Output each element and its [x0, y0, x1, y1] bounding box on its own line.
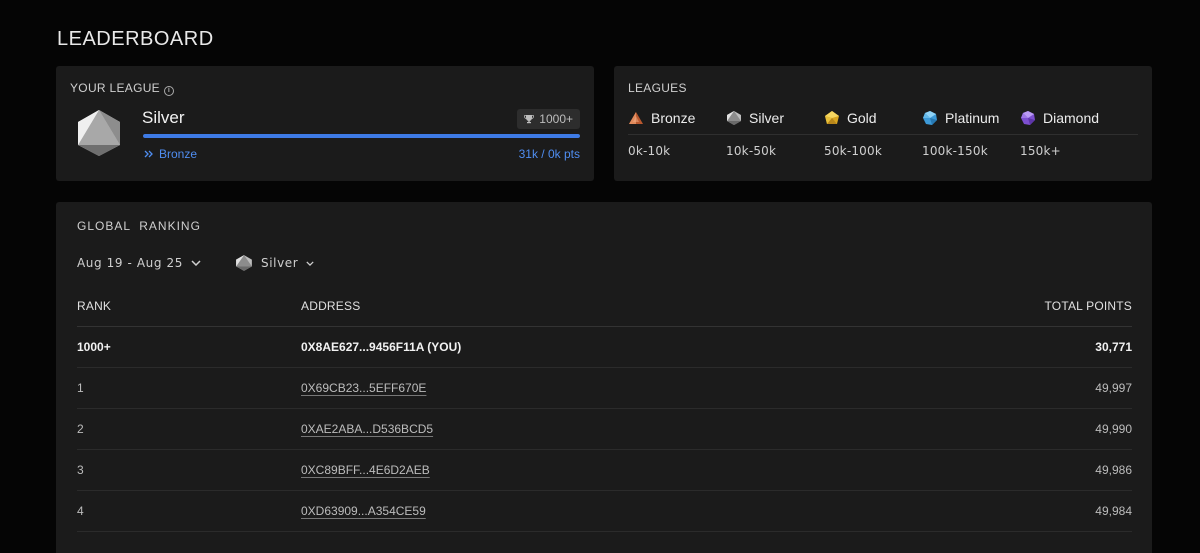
date-range-value: Aug 19 - Aug 25 [77, 256, 183, 270]
points-cell: 49,986 [1095, 463, 1132, 477]
points-column-header: TOTAL POINTS [1044, 299, 1132, 313]
league-points-text: 31k / 0k pts [518, 147, 580, 161]
gold-gem-icon [825, 111, 839, 124]
diamond-gem-icon [1021, 111, 1035, 125]
points-cell: 30,771 [1095, 340, 1132, 354]
bronze-gem-icon [629, 112, 643, 124]
address-link[interactable]: 0X69CB23...5EFF670E [301, 381, 426, 395]
league-platinum: Platinum [922, 110, 1020, 126]
your-rank-row: 1000+ 0X8AE627...9456F11A (YOU) 30,771 [77, 327, 1132, 368]
rank-column-header: RANK [77, 299, 112, 313]
double-chevron-right-icon [144, 150, 153, 158]
league-progress-bar [143, 134, 580, 138]
address-link[interactable]: 0XAE2ABA...D536BCD5 [301, 422, 433, 436]
table-row: 3 0XC89BFF...4E6D2AEB 49,986 [77, 450, 1132, 491]
leagues-table: Bronze Silver Gold Platinum Diamond 0k-1… [628, 110, 1138, 158]
points-cell: 49,984 [1095, 504, 1132, 518]
your-league-label: YOUR LEAGUE [70, 81, 160, 95]
silver-league-emblem-icon [78, 110, 120, 156]
league-range: 100k-150k [922, 144, 988, 158]
address-column-header: ADDRESS [301, 299, 361, 313]
leagues-divider [628, 134, 1138, 135]
league-filter-dropdown[interactable]: Silver [235, 254, 314, 272]
ranking-table-header: RANK ADDRESS TOTAL POINTS [77, 286, 1132, 327]
league-range: 50k-100k [824, 144, 883, 158]
league-name: Gold [847, 110, 877, 126]
table-row: 4 0XD63909...A354CE59 49,984 [77, 491, 1132, 532]
info-icon[interactable]: i [164, 86, 174, 96]
page-title: LEADERBOARD [57, 28, 214, 50]
league-name: Diamond [1043, 110, 1100, 126]
chevron-down-icon [191, 260, 201, 266]
league-filter-value: Silver [261, 256, 299, 270]
your-league-heading: YOUR LEAGUE i [70, 81, 174, 96]
league-ranges-row: 0k-10k 10k-50k 50k-100k 100k-150k 150k+ [628, 144, 1138, 158]
table-row: 1 0X69CB23...5EFF670E 49,997 [77, 368, 1132, 409]
leagues-label: LEAGUES [628, 81, 687, 95]
points-cell: 49,990 [1095, 422, 1132, 436]
ranking-table: RANK ADDRESS TOTAL POINTS 1000+ 0X8AE627… [77, 286, 1132, 532]
league-names-row: Bronze Silver Gold Platinum Diamond [628, 110, 1138, 126]
league-range: 10k-50k [726, 144, 777, 158]
trophy-icon [524, 115, 535, 124]
global-ranking-card: GLOBAL RANKING Aug 19 - Aug 25 Silver RA… [56, 202, 1152, 553]
chevron-down-icon [306, 260, 314, 266]
silver-gem-icon [727, 111, 741, 125]
address-cell: 0X8AE627...9456F11A (YOU) [301, 340, 462, 354]
league-name: Platinum [945, 110, 1000, 126]
rank-cell: 4 [77, 504, 84, 518]
platinum-gem-icon [923, 111, 937, 125]
address-link[interactable]: 0XC89BFF...4E6D2AEB [301, 463, 430, 477]
rank-cell: 3 [77, 463, 84, 477]
address-link[interactable]: 0XD63909...A354CE59 [301, 504, 426, 518]
league-silver: Silver [726, 110, 824, 126]
league-name: Silver [749, 110, 785, 126]
league-gold: Gold [824, 110, 922, 126]
ranking-filters: Aug 19 - Aug 25 Silver [77, 254, 314, 272]
league-bronze: Bronze [628, 110, 726, 126]
league-name: Bronze [651, 110, 696, 126]
rank-badge: 1000+ [517, 109, 580, 129]
league-progress-fill [143, 134, 580, 138]
league-diamond: Diamond [1020, 110, 1114, 126]
global-ranking-title: GLOBAL RANKING [77, 219, 201, 233]
league-range: 0k-10k [628, 144, 671, 158]
your-league-card: YOUR LEAGUE i Silver 1000+ Bronze 31k / 0… [56, 66, 594, 181]
date-range-dropdown[interactable]: Aug 19 - Aug 25 [77, 256, 201, 270]
next-league-link[interactable]: Bronze [144, 147, 197, 161]
table-row: 2 0XAE2ABA...D536BCD5 49,990 [77, 409, 1132, 450]
leagues-card: LEAGUES Bronze Silver Gold Platinum Diam… [614, 66, 1152, 181]
rank-cell: 1000+ [77, 340, 111, 354]
rank-badge-text: 1000+ [539, 112, 573, 126]
silver-gem-icon [236, 255, 252, 271]
league-range: 150k+ [1020, 144, 1061, 158]
current-league-name: Silver [142, 108, 185, 127]
points-cell: 49,997 [1095, 381, 1132, 395]
next-league-label: Bronze [159, 147, 198, 161]
rank-cell: 1 [77, 381, 84, 395]
rank-cell: 2 [77, 422, 84, 436]
